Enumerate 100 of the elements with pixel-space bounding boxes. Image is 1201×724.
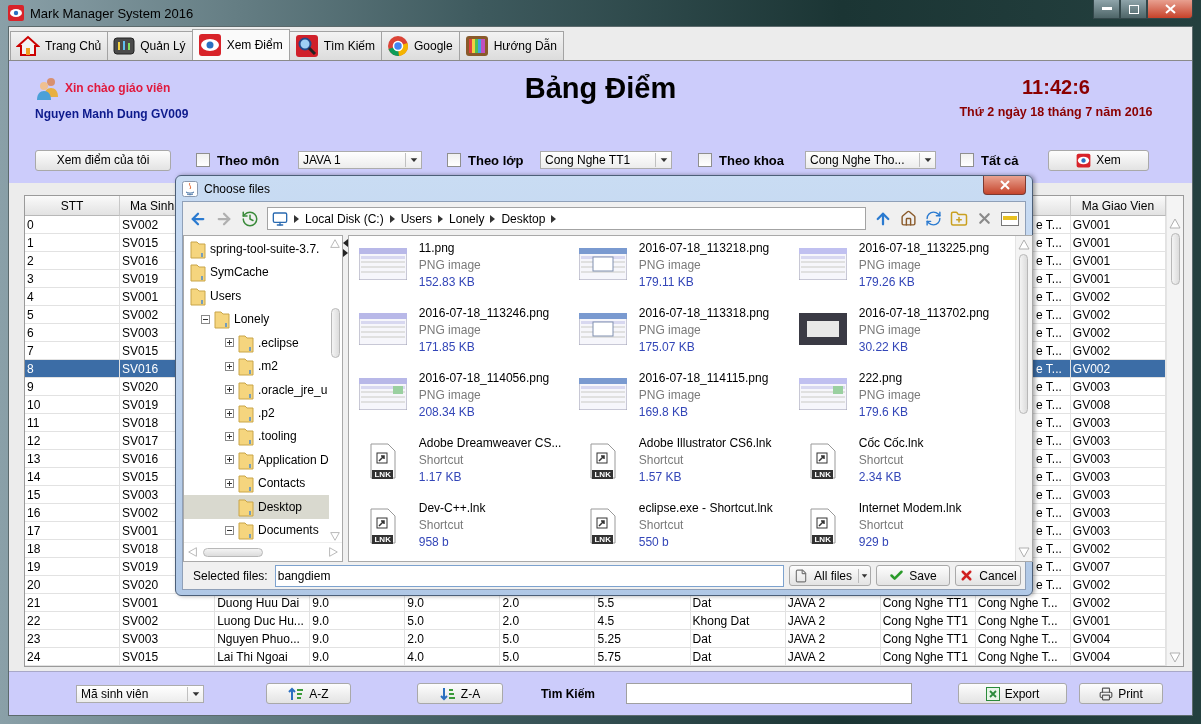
down-arrow-icon[interactable] (1016, 545, 1031, 559)
table-cell: GV003 (1070, 468, 1166, 486)
up-arrow-icon[interactable] (1168, 217, 1182, 231)
checkbox[interactable] (698, 153, 712, 167)
expand-icon[interactable] (225, 408, 234, 418)
file-size: 179.6 KB (858, 405, 910, 419)
down-arrow-icon[interactable] (1168, 650, 1182, 664)
table-cell: Cong Nghe TT1 (880, 630, 976, 648)
checkbox[interactable] (196, 153, 210, 167)
path-bar[interactable]: Local Disk (C:) Users Lonely Desktop (267, 207, 866, 230)
file-item[interactable]: LNK Adobe Illustrator CS6.lnk Shortcut 1.57 KB (574, 435, 795, 500)
view-mode-icon[interactable] (1001, 211, 1019, 226)
sort-field-dropdown[interactable]: Mã sinh viên (76, 684, 204, 703)
vertical-scrollbar[interactable] (1166, 196, 1183, 666)
delete-icon[interactable] (976, 210, 993, 227)
teacher-name: Nguyen Manh Dung GV009 (35, 107, 190, 121)
file-name-field[interactable]: bangdiem (274, 564, 784, 587)
expand-icon[interactable] (225, 338, 234, 348)
tab[interactable]: Hướng Dẫn (458, 31, 564, 60)
checkbox[interactable] (447, 153, 461, 167)
file-name: 2016-07-18_113246.png (418, 306, 550, 320)
scrollbar-thumb[interactable] (203, 547, 263, 557)
print-button[interactable]: Print (1079, 683, 1163, 704)
tab[interactable]: Xem Điểm (191, 29, 290, 60)
file-type: PNG image (418, 258, 481, 272)
file-item[interactable]: 2016-07-18_114056.png PNG image 208.34 KB (354, 370, 575, 435)
path-segment[interactable]: Lonely (449, 211, 485, 226)
file-item[interactable]: 2016-07-18_113318.png PNG image 175.07 KB (574, 305, 795, 370)
expand-icon[interactable] (225, 385, 234, 395)
sort-descending-button[interactable]: Z-A (417, 683, 503, 704)
column-header[interactable]: Ma Giao Vien (1070, 196, 1166, 216)
file-item[interactable]: LNK Adobe Dreamweaver CS... Shortcut 1.17 KB (354, 435, 575, 500)
expand-icon[interactable] (225, 478, 234, 488)
file-item[interactable]: 2016-07-18_113218.png PNG image 179.11 KB (574, 240, 795, 305)
scrollbar-thumb[interactable] (330, 308, 340, 358)
file-type: PNG image (638, 323, 702, 337)
table-cell: GV002 (1070, 288, 1166, 306)
table-cell: Cong Nghe TT1 (880, 648, 976, 666)
file-item[interactable]: 2016-07-18_113246.png PNG image 171.85 KB (354, 305, 575, 370)
checkbox[interactable] (960, 153, 974, 167)
export-button[interactable]: Export (958, 683, 1067, 704)
vertical-scrollbar[interactable] (1014, 236, 1032, 561)
file-item[interactable]: LNK eclipse.exe - Shortcut.lnk Shortcut 550 b (574, 500, 795, 565)
path-segment[interactable]: Users (400, 211, 433, 226)
close-button[interactable] (983, 176, 1026, 195)
tab[interactable]: Trang Chủ (10, 31, 109, 60)
table-cell: 19 (25, 558, 121, 576)
collapse-icon[interactable] (225, 525, 234, 535)
table-cell: GV001 (1070, 270, 1166, 288)
search-field[interactable] (626, 683, 912, 704)
close-button[interactable] (1147, 0, 1193, 19)
table-cell: 2.0 (405, 630, 501, 648)
collapse-icon[interactable] (201, 314, 210, 324)
table-cell: 5.0 (405, 612, 501, 630)
shortcut-file-icon: LNK (808, 508, 837, 544)
file-item[interactable]: LNK Dev-C++.lnk Shortcut 958 b (354, 500, 575, 565)
column-header[interactable]: STT (25, 196, 121, 216)
path-segment[interactable]: Local Disk (C:) (305, 211, 384, 226)
house-icon (16, 34, 40, 58)
file-type-dropdown[interactable]: All files (789, 565, 871, 586)
home-icon[interactable] (900, 210, 917, 227)
folder-icon (238, 426, 254, 447)
file-item[interactable]: 11.png PNG image 152.83 KB (354, 240, 575, 305)
file-size: 929 b (858, 535, 890, 549)
filter-dropdown[interactable]: Cong Nghe Tho... (805, 151, 936, 169)
file-item[interactable]: 2016-07-18_114115.png PNG image 169.8 KB (574, 370, 795, 435)
expand-icon[interactable] (225, 361, 234, 371)
tab[interactable]: Google (381, 31, 460, 60)
expand-icon[interactable] (225, 455, 234, 465)
filter-dropdown[interactable]: JAVA 1 (298, 151, 422, 169)
shortcut-file-icon: LNK (808, 443, 837, 479)
tab[interactable]: Tìm Kiếm (288, 31, 382, 60)
tab[interactable]: Quản Lý (107, 31, 193, 60)
up-arrow-icon[interactable] (1016, 238, 1031, 252)
vertical-scrollbar[interactable] (328, 236, 342, 542)
refresh-icon[interactable] (925, 210, 942, 227)
new-folder-icon[interactable] (950, 209, 968, 228)
tree-item[interactable]: Desktop (184, 495, 329, 519)
my-marks-button[interactable]: Xem điểm của tôi (35, 149, 171, 171)
minimize-button[interactable] (1093, 0, 1120, 19)
table-cell: 8 (25, 360, 121, 378)
save-button[interactable]: Save (876, 565, 950, 586)
left-arrow-icon[interactable] (342, 239, 348, 247)
close-icon (999, 180, 1010, 190)
right-arrow-icon[interactable] (342, 249, 348, 257)
path-segment[interactable]: Desktop (501, 211, 546, 226)
sort-ascending-button[interactable]: A-Z (266, 683, 351, 704)
scrollbar-thumb[interactable] (1019, 254, 1029, 414)
down-arrow-icon[interactable] (329, 530, 342, 542)
cancel-button[interactable]: Cancel (955, 565, 1021, 586)
spreadsheet-icon (985, 686, 1000, 701)
table-cell: 20 (25, 576, 121, 594)
file-type: PNG image (638, 388, 702, 402)
filter-dropdown[interactable]: Cong Nghe TT1 (540, 151, 672, 169)
history-icon[interactable] (241, 209, 259, 228)
view-button[interactable]: Xem (1048, 149, 1149, 171)
scrollbar-thumb[interactable] (1170, 233, 1180, 285)
table-cell: GV003 (1070, 432, 1166, 450)
maximize-button[interactable] (1120, 0, 1147, 19)
expand-icon[interactable] (225, 432, 234, 441)
